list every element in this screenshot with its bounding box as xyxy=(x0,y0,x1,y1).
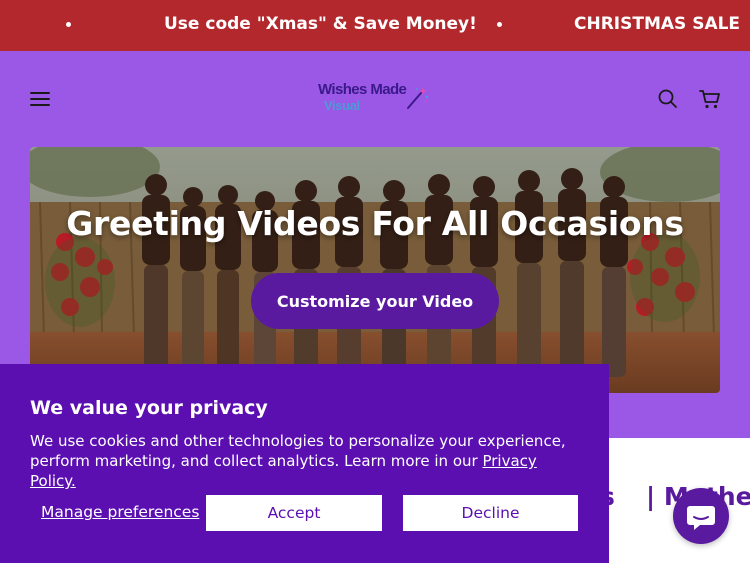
cookie-title: We value your privacy xyxy=(30,397,268,419)
announcement-message: CHRISTMAS SALE xyxy=(574,14,741,34)
announcement-separator-dot xyxy=(497,22,502,27)
cookie-consent-banner: We value your privacy We use cookies and… xyxy=(0,364,609,563)
announcement-separator-dot xyxy=(66,22,71,27)
logo-text-secondary: Visual xyxy=(324,98,360,113)
customize-video-button[interactable]: Customize your Video xyxy=(251,273,499,329)
logo-text-primary: Wishes Made xyxy=(318,81,407,98)
accept-button[interactable]: Accept xyxy=(206,495,382,531)
announcement-bar: Use code "Xmas" & Save Money! CHRISTMAS … xyxy=(0,0,750,51)
announcement-message: Use code "Xmas" & Save Money! xyxy=(164,14,477,34)
menu-icon[interactable] xyxy=(30,91,50,107)
hero-banner: Greeting Videos For All Occasions Custom… xyxy=(30,147,720,393)
cookie-description: We use cookies and other technologies to… xyxy=(30,431,575,491)
site-logo[interactable]: Wishes Made Visual xyxy=(318,81,433,117)
magic-wand-icon xyxy=(407,87,429,109)
cart-icon[interactable] xyxy=(698,88,722,110)
chat-bubble-icon xyxy=(687,506,715,530)
hero-photo xyxy=(30,147,720,393)
search-icon[interactable] xyxy=(657,88,679,110)
manage-preferences-link[interactable]: Manage preferences xyxy=(41,503,199,521)
hero-title: Greeting Videos For All Occasions xyxy=(66,204,684,243)
decline-button[interactable]: Decline xyxy=(403,495,578,531)
chat-button[interactable] xyxy=(673,488,729,544)
